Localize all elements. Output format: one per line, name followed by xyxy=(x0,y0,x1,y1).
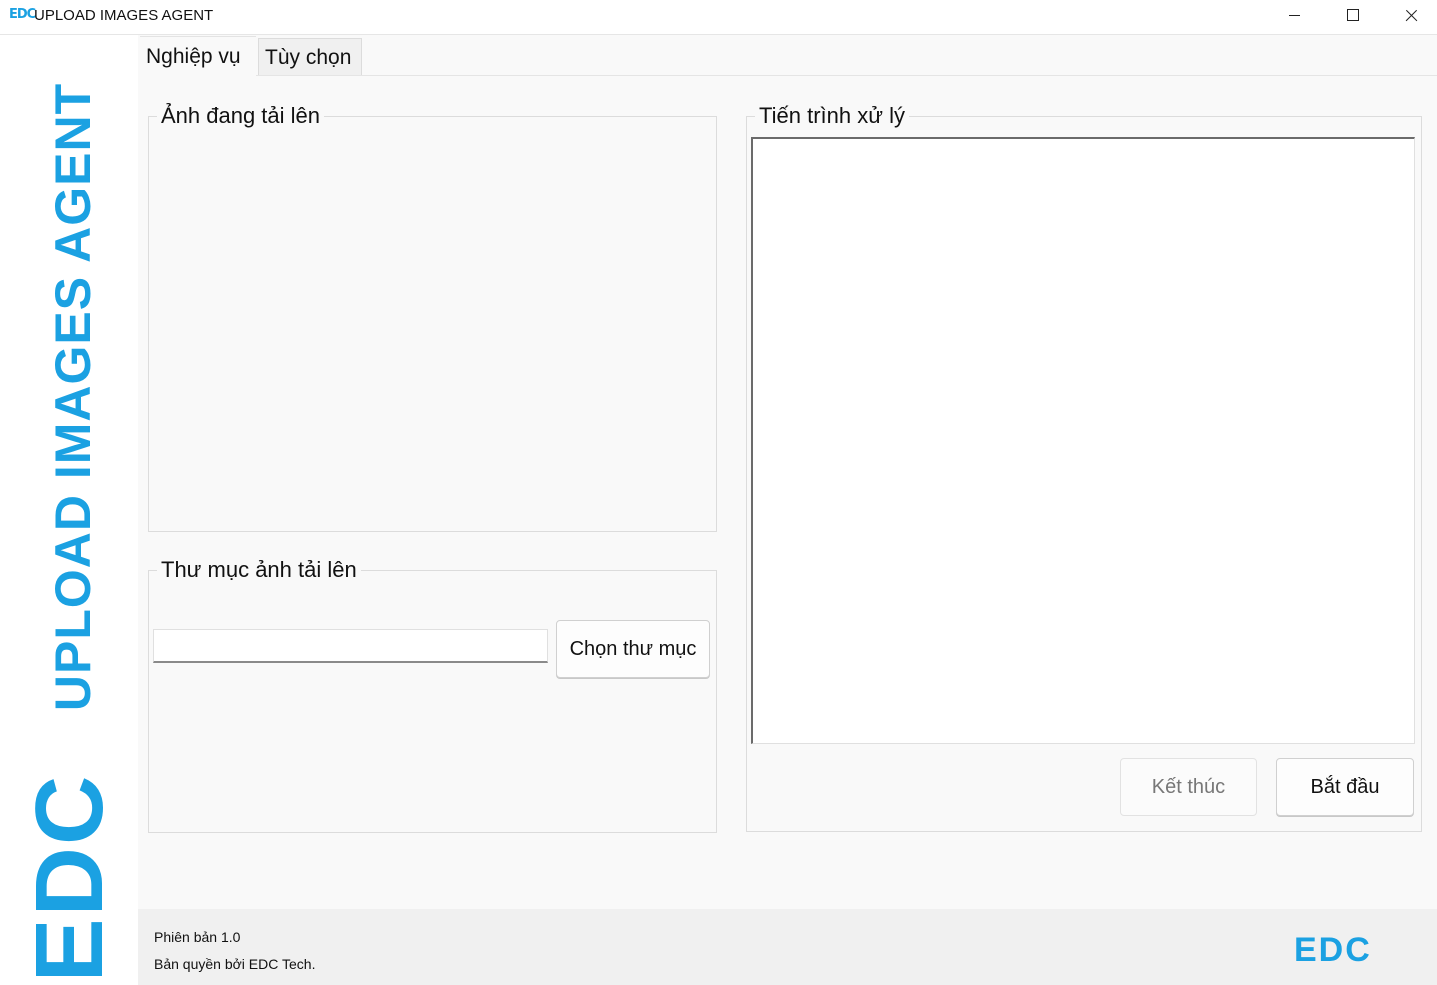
tab-options[interactable]: Tùy chọn xyxy=(258,38,362,76)
progress-legend: Tiến trình xử lý xyxy=(755,103,909,129)
brand-vertical-title: UPLOAD IMAGES AGENT xyxy=(45,82,101,712)
uploading-images-legend: Ảnh đang tải lên xyxy=(157,103,325,129)
version-label: Phiên bản 1.0 xyxy=(154,929,241,945)
folder-path-input[interactable] xyxy=(153,629,548,663)
maximize-button[interactable] xyxy=(1324,0,1382,32)
copyright-label: Bản quyền bởi EDC Tech. xyxy=(154,956,316,972)
window-title: UPLOAD IMAGES AGENT xyxy=(34,7,214,24)
title-bar: EDC UPLOAD IMAGES AGENT xyxy=(0,0,1437,35)
close-button[interactable] xyxy=(1382,0,1437,32)
stop-button[interactable]: Kết thúc xyxy=(1120,758,1257,816)
app-icon: EDC xyxy=(9,7,36,22)
upload-folder-legend: Thư mục ảnh tải lên xyxy=(157,557,361,583)
footer-edc-logo: EDC xyxy=(1294,931,1372,969)
start-button[interactable]: Bắt đầu xyxy=(1276,758,1414,816)
upload-folder-group: Thư mục ảnh tải lên xyxy=(148,557,717,833)
tab-divider xyxy=(140,75,1437,76)
minimize-button[interactable] xyxy=(1266,0,1324,32)
footer: Phiên bản 1.0 Bản quyền bởi EDC Tech. ED… xyxy=(138,909,1437,985)
progress-log-textarea[interactable] xyxy=(751,137,1415,744)
tab-business[interactable]: Nghiệp vụ xyxy=(140,36,256,76)
uploading-images-group: Ảnh đang tải lên xyxy=(148,103,717,532)
edc-logo: EDC xyxy=(16,773,123,983)
choose-folder-button[interactable]: Chọn thư mục xyxy=(556,620,710,678)
brand-panel: UPLOAD IMAGES AGENT EDC xyxy=(0,35,138,985)
